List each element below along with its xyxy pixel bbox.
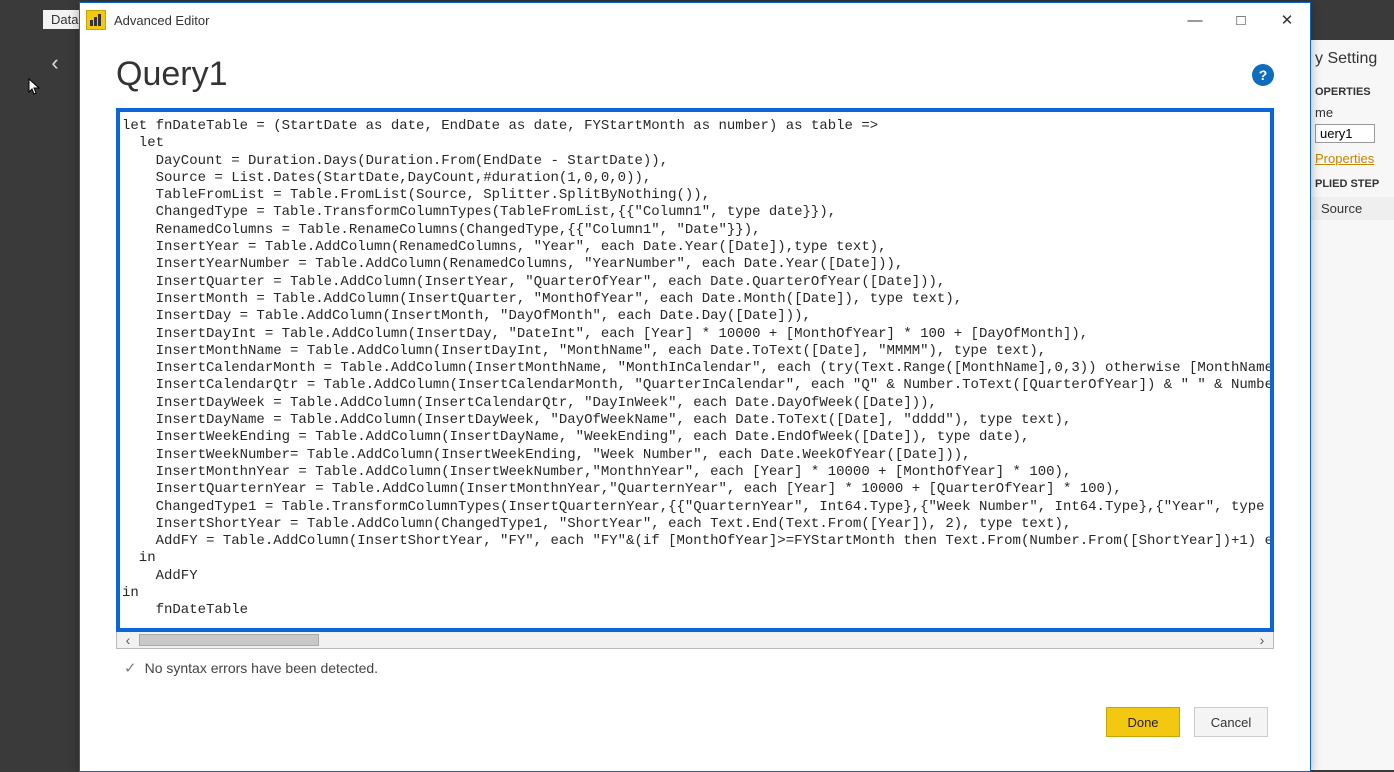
- back-chevron-icon[interactable]: ‹: [40, 48, 70, 78]
- code-editor[interactable]: let fnDateTable = (StartDate as date, En…: [116, 108, 1274, 632]
- syntax-status: ✓ No syntax errors have been detected.: [116, 649, 1274, 685]
- status-message: No syntax errors have been detected.: [145, 660, 378, 676]
- settings-header: y Setting: [1305, 40, 1394, 78]
- checkmark-icon: ✓: [124, 659, 137, 677]
- scrollbar-thumb[interactable]: [139, 634, 319, 646]
- scroll-left-icon[interactable]: ‹: [117, 632, 139, 648]
- query-settings-panel: y Setting OPERTIES me Properties PLIED S…: [1304, 40, 1394, 770]
- help-icon[interactable]: ?: [1252, 64, 1274, 86]
- cancel-button[interactable]: Cancel: [1194, 707, 1268, 737]
- all-properties-link[interactable]: Properties: [1305, 147, 1394, 170]
- horizontal-scrollbar[interactable]: ‹ ›: [116, 631, 1274, 649]
- scrollbar-track[interactable]: [139, 632, 1251, 648]
- query-name-input[interactable]: [1315, 124, 1375, 143]
- scroll-right-icon[interactable]: ›: [1251, 632, 1273, 648]
- name-label: me: [1305, 101, 1394, 124]
- maximize-button[interactable]: □: [1218, 3, 1264, 37]
- minimize-button[interactable]: —: [1172, 3, 1218, 37]
- applied-step-source[interactable]: Source: [1305, 197, 1394, 220]
- close-button[interactable]: ✕: [1264, 3, 1310, 37]
- titlebar: Advanced Editor — □ ✕: [80, 3, 1310, 37]
- query-title: Query1: [116, 55, 228, 94]
- mouse-cursor-icon: [28, 78, 42, 101]
- done-button[interactable]: Done: [1106, 707, 1180, 737]
- applied-steps-label: PLIED STEP: [1305, 170, 1394, 193]
- powerbi-icon: [86, 10, 106, 30]
- window-title: Advanced Editor: [114, 13, 209, 28]
- code-text[interactable]: let fnDateTable = (StartDate as date, En…: [120, 112, 1270, 628]
- properties-section-label: OPERTIES: [1305, 78, 1394, 101]
- advanced-editor-dialog: Advanced Editor — □ ✕ Query1 ? let fnDat…: [79, 2, 1311, 772]
